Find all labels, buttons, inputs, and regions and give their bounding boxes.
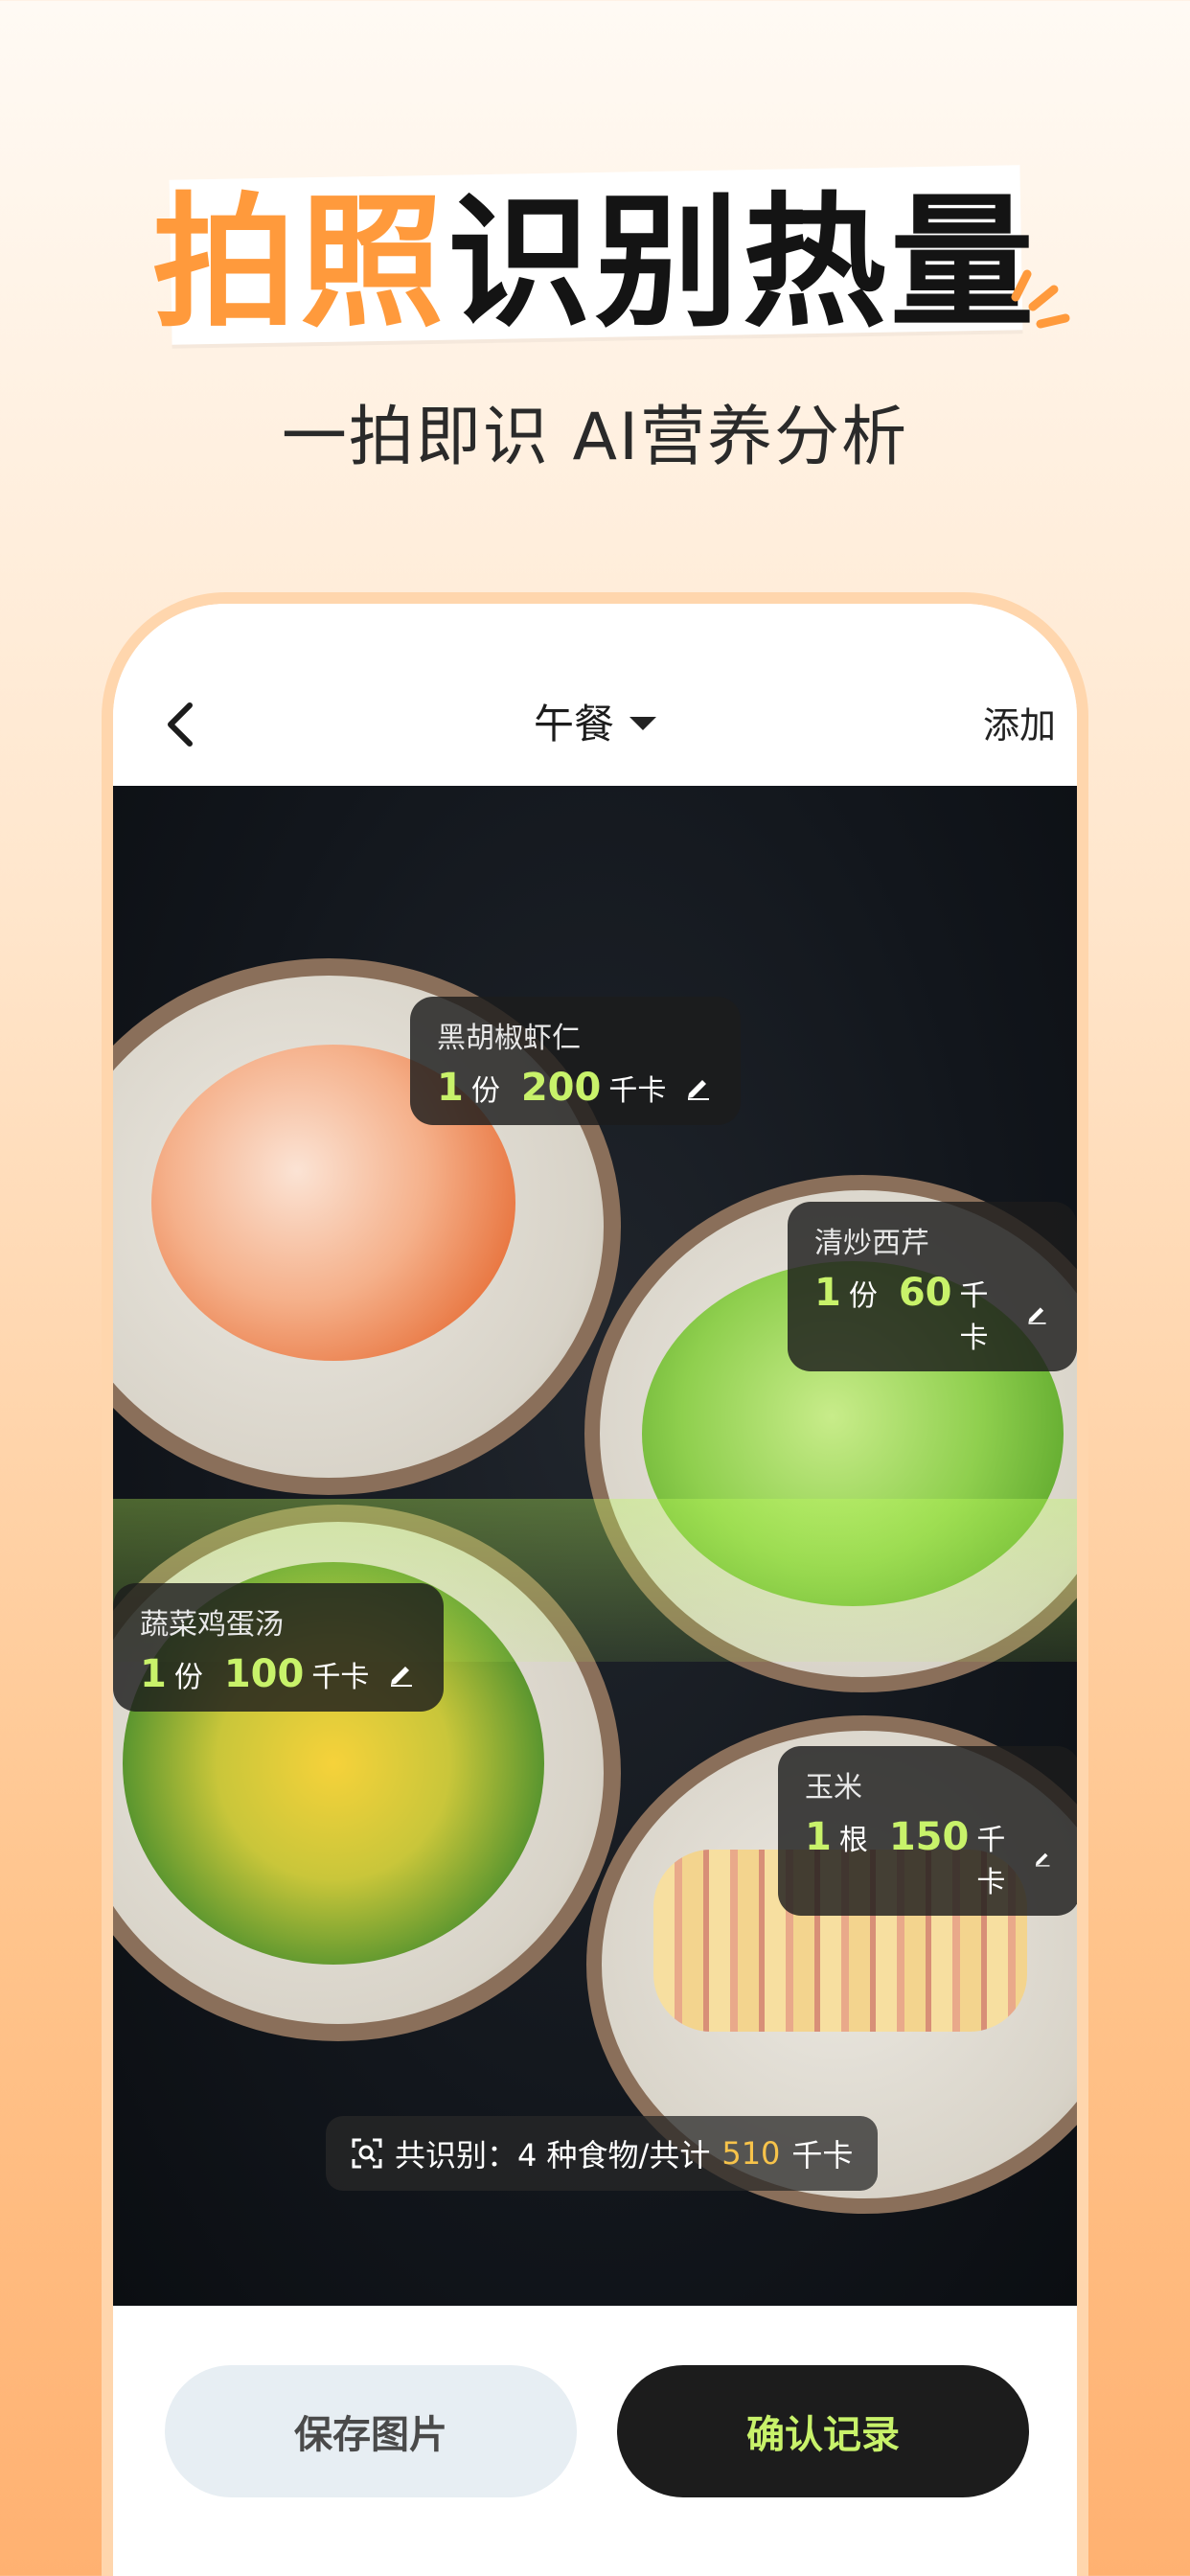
confirm-record-button[interactable]: 确认记录 <box>617 2365 1029 2497</box>
food-kcal: 200 <box>520 1066 602 1110</box>
food-kcal: 150 <box>888 1815 970 1859</box>
hero-title-rest: 识别热量 <box>447 180 1039 347</box>
food-tag-corn[interactable]: 玉米 1 根 150 千卡 <box>778 1746 1077 1916</box>
food-qty: 1 <box>805 1815 832 1859</box>
food-unit: 份 <box>470 1074 500 1108</box>
hero-subtitle: 一拍即识 AI营养分析 <box>281 400 909 475</box>
food-photo: 黑胡椒虾仁 1 份 200 千卡 清炒西芹 1 份 60 千卡 蔬菜鸡蛋汤 1 <box>113 786 1077 2306</box>
food-unit: 份 <box>848 1279 878 1313</box>
scan-icon <box>352 2138 382 2169</box>
meal-label: 午餐 <box>533 701 614 748</box>
food-tag-celery[interactable]: 清炒西芹 1 份 60 千卡 <box>788 1202 1077 1371</box>
save-image-button[interactable]: 保存图片 <box>165 2365 577 2497</box>
summary-prefix: 共识别：4 种食物/共计 <box>395 2137 711 2174</box>
food-tag-shrimp[interactable]: 黑胡椒虾仁 1 份 200 千卡 <box>410 997 742 1125</box>
food-kcal-unit: 千卡 <box>608 1074 667 1108</box>
summary-total: 510 <box>721 2135 781 2172</box>
food-kcal-unit: 千卡 <box>959 1279 989 1355</box>
food-kcal-unit: 千卡 <box>976 1824 1006 1899</box>
food-unit: 份 <box>173 1661 203 1694</box>
food-unit: 根 <box>838 1824 868 1857</box>
edit-pencil-icon[interactable] <box>1026 1300 1048 1327</box>
edit-pencil-icon[interactable] <box>388 1661 415 1688</box>
meal-selector[interactable]: 午餐 <box>113 692 1077 750</box>
sparkle-icon <box>1011 269 1070 329</box>
edit-pencil-icon[interactable] <box>1034 1845 1051 1872</box>
phone-mockup: 午餐 添加 黑胡椒虾仁 1 份 200 千卡 清炒西芹 1 份 60 千卡 蔬菜… <box>102 592 1088 2576</box>
food-qty: 1 <box>437 1066 464 1110</box>
food-kcal-unit: 千卡 <box>311 1661 370 1694</box>
add-button[interactable]: 添加 <box>983 696 1056 748</box>
food-qty: 1 <box>814 1271 841 1315</box>
food-name: 清炒西芹 <box>814 1227 929 1260</box>
food-kcal: 100 <box>223 1652 305 1696</box>
food-name: 蔬菜鸡蛋汤 <box>140 1608 284 1642</box>
caret-down-icon <box>629 716 656 730</box>
edit-pencil-icon[interactable] <box>685 1074 712 1101</box>
summary-unit: 千卡 <box>791 2137 854 2174</box>
hero-title-highlight: 拍照 <box>151 180 447 347</box>
hero-headline: 拍照识别热量 <box>0 144 1190 355</box>
food-name: 黑胡椒虾仁 <box>437 1022 581 1055</box>
recognition-summary: 共识别：4 种食物/共计 510 千卡 <box>326 2116 879 2191</box>
food-qty: 1 <box>140 1652 167 1696</box>
food-tag-soup[interactable]: 蔬菜鸡蛋汤 1 份 100 千卡 <box>113 1583 445 1712</box>
food-name: 玉米 <box>805 1771 862 1805</box>
top-nav-bar: 午餐 添加 <box>113 604 1077 786</box>
food-kcal: 60 <box>898 1271 952 1315</box>
